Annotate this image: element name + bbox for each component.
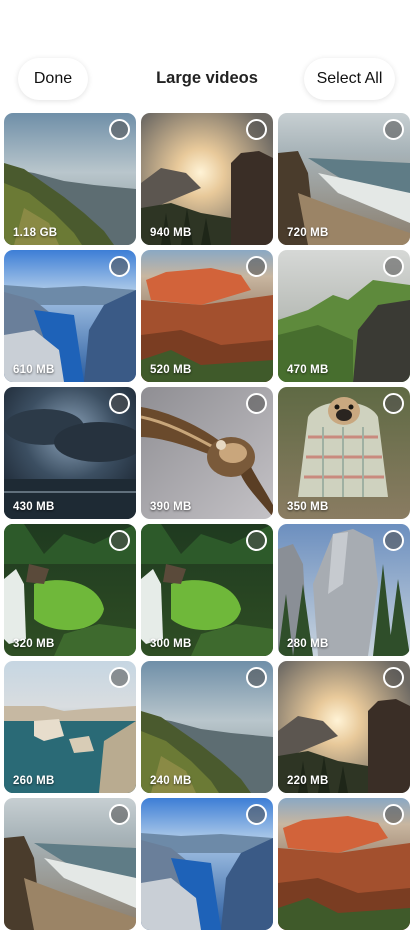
video-thumbnail[interactable]: 240 MB: [141, 661, 273, 793]
select-circle-icon[interactable]: [383, 804, 404, 825]
video-thumbnail[interactable]: 280 MB: [278, 524, 410, 656]
video-grid: 1.18 GB 940 MB 720 MB 610 MB 520 MB 470 …: [4, 113, 410, 930]
select-circle-icon[interactable]: [109, 256, 130, 277]
video-thumbnail[interactable]: 300 MB: [141, 524, 273, 656]
select-circle-icon[interactable]: [246, 530, 267, 551]
file-size-label: 220 MB: [287, 775, 329, 787]
file-size-label: 940 MB: [150, 227, 192, 239]
top-bar: Done Large videos Select All: [0, 58, 414, 102]
video-thumbnail[interactable]: 470 MB: [278, 250, 410, 382]
select-circle-icon[interactable]: [109, 119, 130, 140]
video-thumbnail[interactable]: 1.18 GB: [4, 113, 136, 245]
video-thumbnail[interactable]: 220 MB: [278, 661, 410, 793]
select-all-button[interactable]: Select All: [304, 58, 395, 100]
file-size-label: 320 MB: [13, 638, 55, 650]
file-size-label: 610 MB: [13, 364, 55, 376]
file-size-label: 260 MB: [13, 775, 55, 787]
video-thumbnail[interactable]: 260 MB: [4, 661, 136, 793]
file-size-label: 720 MB: [287, 227, 329, 239]
select-circle-icon[interactable]: [383, 667, 404, 688]
select-circle-icon[interactable]: [383, 393, 404, 414]
file-size-label: 240 MB: [150, 775, 192, 787]
video-thumbnail[interactable]: 390 MB: [141, 387, 273, 519]
video-thumbnail[interactable]: 610 MB: [4, 250, 136, 382]
file-size-label: 520 MB: [150, 364, 192, 376]
file-size-label: 350 MB: [287, 501, 329, 513]
select-circle-icon[interactable]: [109, 667, 130, 688]
video-thumbnail[interactable]: [4, 798, 136, 930]
video-thumbnail[interactable]: 720 MB: [278, 113, 410, 245]
file-size-label: 430 MB: [13, 501, 55, 513]
select-circle-icon[interactable]: [246, 667, 267, 688]
select-circle-icon[interactable]: [246, 119, 267, 140]
file-size-label: 280 MB: [287, 638, 329, 650]
select-circle-icon[interactable]: [109, 804, 130, 825]
video-thumbnail[interactable]: [141, 798, 273, 930]
file-size-label: 390 MB: [150, 501, 192, 513]
video-thumbnail[interactable]: 940 MB: [141, 113, 273, 245]
select-circle-icon[interactable]: [246, 804, 267, 825]
select-circle-icon[interactable]: [383, 119, 404, 140]
select-circle-icon[interactable]: [383, 256, 404, 277]
video-thumbnail[interactable]: 430 MB: [4, 387, 136, 519]
video-thumbnail[interactable]: [278, 798, 410, 930]
select-circle-icon[interactable]: [109, 393, 130, 414]
file-size-label: 470 MB: [287, 364, 329, 376]
video-thumbnail[interactable]: 320 MB: [4, 524, 136, 656]
select-circle-icon[interactable]: [246, 256, 267, 277]
video-thumbnail[interactable]: 350 MB: [278, 387, 410, 519]
select-circle-icon[interactable]: [109, 530, 130, 551]
file-size-label: 300 MB: [150, 638, 192, 650]
file-size-label: 1.18 GB: [13, 227, 58, 239]
select-circle-icon[interactable]: [383, 530, 404, 551]
video-thumbnail[interactable]: 520 MB: [141, 250, 273, 382]
select-circle-icon[interactable]: [246, 393, 267, 414]
